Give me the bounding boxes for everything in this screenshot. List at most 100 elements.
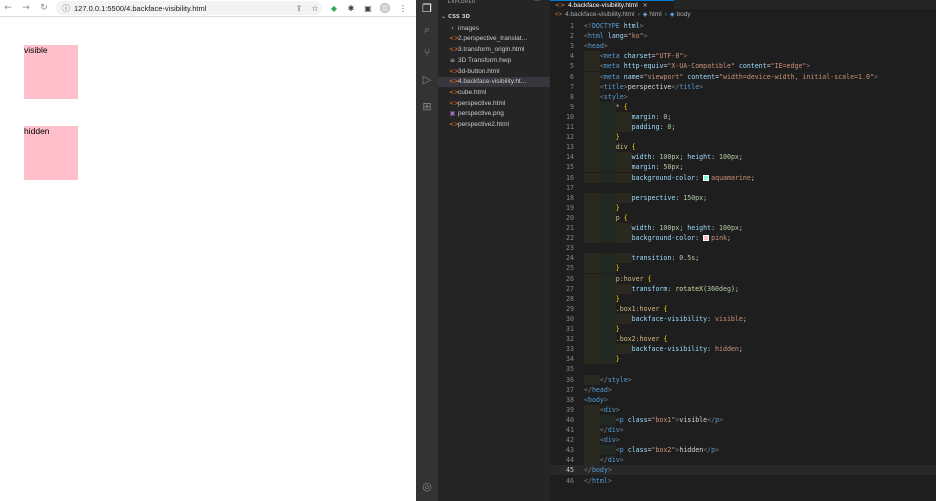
account-icon[interactable]: ◎ (419, 478, 435, 494)
file-item[interactable]: <> perspective2.html (438, 119, 550, 130)
line-number: 15 (566, 163, 574, 172)
line-content: <html lang="ko"> (584, 32, 648, 41)
symbol-element-icon: ◈ (642, 12, 648, 18)
line-content: <div> (599, 405, 620, 414)
line-content: width: 100px; height: 100px; (631, 153, 743, 162)
code-line: 40 <p class="box1">visible</p> (550, 414, 936, 425)
source-control-icon[interactable]: ⑂ (419, 44, 435, 60)
color-swatch-icon[interactable] (703, 235, 710, 242)
breadcrumb-html[interactable]: html (649, 11, 661, 18)
line-number: 22 (566, 234, 574, 243)
box1-visible[interactable]: visible (24, 45, 78, 99)
line-number: 18 (566, 193, 574, 202)
line-number: 44 (566, 456, 574, 465)
workspace-folder[interactable]: ⌄ CSS 3D (438, 12, 550, 21)
html-file-icon: <> (449, 88, 460, 96)
breadcrumb-file[interactable]: 4.backface-visibility.html (565, 11, 635, 18)
line-content: * { (615, 102, 628, 111)
tab-backface-visibility[interactable]: <> 4.backface-visibility.html × (550, 0, 674, 9)
line-number: 35 (566, 365, 574, 374)
line-content: } (615, 133, 620, 142)
code-line: 2 <html lang="ko"> (550, 31, 936, 41)
reload-icon[interactable]: ↻ (38, 0, 50, 16)
file-item[interactable]: <> 3.transform_origin.html (438, 44, 550, 55)
run-debug-icon[interactable]: ▷ (419, 71, 435, 87)
code-line: 6 <meta name="viewport" content="width=d… (550, 71, 936, 82)
explorer-more-icon[interactable]: ··· (534, 0, 540, 5)
line-content: <title>perspective</title> (599, 82, 704, 91)
back-icon[interactable]: ← (2, 0, 14, 16)
forward-icon[interactable]: → (20, 0, 32, 16)
line-content: <p class="box2">hidden</p> (615, 446, 720, 455)
html-file-icon: <> (449, 67, 460, 75)
address-bar[interactable]: ⓘ 127.0.0.1:5500/4.backface-visibility.h… (56, 1, 322, 15)
line-content: </body> (584, 466, 612, 475)
file-item[interactable]: <> 2.perspective_translat... (438, 34, 550, 45)
code-line: 3 <head> (550, 41, 936, 51)
line-content: <div> (599, 436, 620, 445)
color-swatch-icon[interactable] (703, 174, 710, 181)
line-number: 19 (566, 203, 574, 212)
code-line: 17 (550, 183, 936, 193)
html-file-icon: <> (449, 35, 460, 43)
browser-menu-icon[interactable]: ⋮ (397, 2, 409, 14)
line-content: } (615, 203, 620, 212)
file-item[interactable]: ≡ 3D Transform.hwp (438, 55, 550, 66)
share-icon[interactable]: ⇪ (293, 2, 305, 14)
line-number: 46 (566, 476, 574, 485)
html-file-icon: <> (449, 46, 460, 54)
code-editor[interactable]: 1 <!DOCTYPE html> 2 <html lang="ko"> 3 <head>… (550, 21, 936, 501)
file-item[interactable]: <> perspective.html (438, 98, 550, 109)
tab-label: 4.backface-visibility.html (568, 1, 638, 9)
code-line: 24 transition: 0.5s; (550, 253, 936, 264)
bookmark-star-icon[interactable]: ☆ (309, 2, 321, 14)
line-number: 41 (566, 426, 574, 434)
file-item[interactable]: <> cube.html (438, 87, 550, 98)
file-item[interactable]: ▣ perspective.png (438, 109, 550, 120)
code-line: 19 } (550, 202, 936, 213)
line-number: 26 (566, 274, 574, 283)
search-icon[interactable]: ⌕ (419, 22, 435, 38)
lines-file-icon: ≡ (449, 56, 456, 64)
line-number: 17 (566, 183, 574, 192)
line-number: 28 (566, 294, 574, 303)
site-info-icon[interactable]: ⓘ (61, 3, 71, 13)
code-line: 44 </div> (550, 455, 936, 466)
line-number: 39 (566, 405, 574, 414)
box2-hidden[interactable]: hidden (24, 126, 78, 180)
code-line: 29 .box1:hover { (550, 303, 936, 314)
line-number: 13 (566, 143, 574, 152)
html-file-icon: <> (449, 99, 460, 107)
close-icon[interactable]: × (643, 2, 648, 9)
line-number: 29 (566, 304, 574, 313)
line-number: 21 (566, 224, 574, 232)
line-content: <meta http-equiv="X-UA-Compatible" conte… (599, 62, 811, 71)
side-panel-icon[interactable]: ▣ (362, 2, 374, 14)
line-number: 33 (566, 345, 574, 354)
breadcrumb-body[interactable]: body (677, 11, 691, 18)
file-item[interactable]: <> 4.backface-visibility.ht... (438, 76, 550, 87)
code-line: 32 .box2:hover { (550, 334, 936, 345)
file-name: images (458, 24, 479, 32)
html-file-icon: <> (555, 1, 566, 9)
browser-window: ← → ↻ ⓘ 127.0.0.1:5500/4.backface-visibi… (0, 0, 416, 501)
code-line: 31 } (550, 324, 936, 335)
shield-extension-icon[interactable]: ◆ (328, 2, 340, 14)
file-item[interactable]: <> 3d-button.html (438, 66, 550, 77)
code-line: 46 </html> (550, 476, 936, 486)
extensions-puzzle-icon[interactable]: ✱ (345, 2, 357, 14)
line-number: 24 (566, 254, 574, 263)
profile-avatar[interactable] (379, 2, 391, 14)
line-content: <style> (599, 92, 628, 101)
line-number: 14 (566, 153, 574, 162)
symbol-element-icon: ◈ (669, 12, 675, 18)
explorer-files-icon[interactable]: ❐ (419, 0, 435, 16)
explorer-title: EXPLORER (448, 0, 476, 5)
file-name: 4.backface-visibility.ht... (458, 78, 527, 86)
line-number: 32 (566, 335, 574, 344)
file-item[interactable]: › images (438, 23, 550, 34)
extensions-icon[interactable]: ⊞ (419, 98, 435, 114)
line-content: width: 100px; height: 100px; (631, 224, 743, 232)
line-content: </style> (599, 375, 632, 384)
code-line: 34 } (550, 354, 936, 365)
